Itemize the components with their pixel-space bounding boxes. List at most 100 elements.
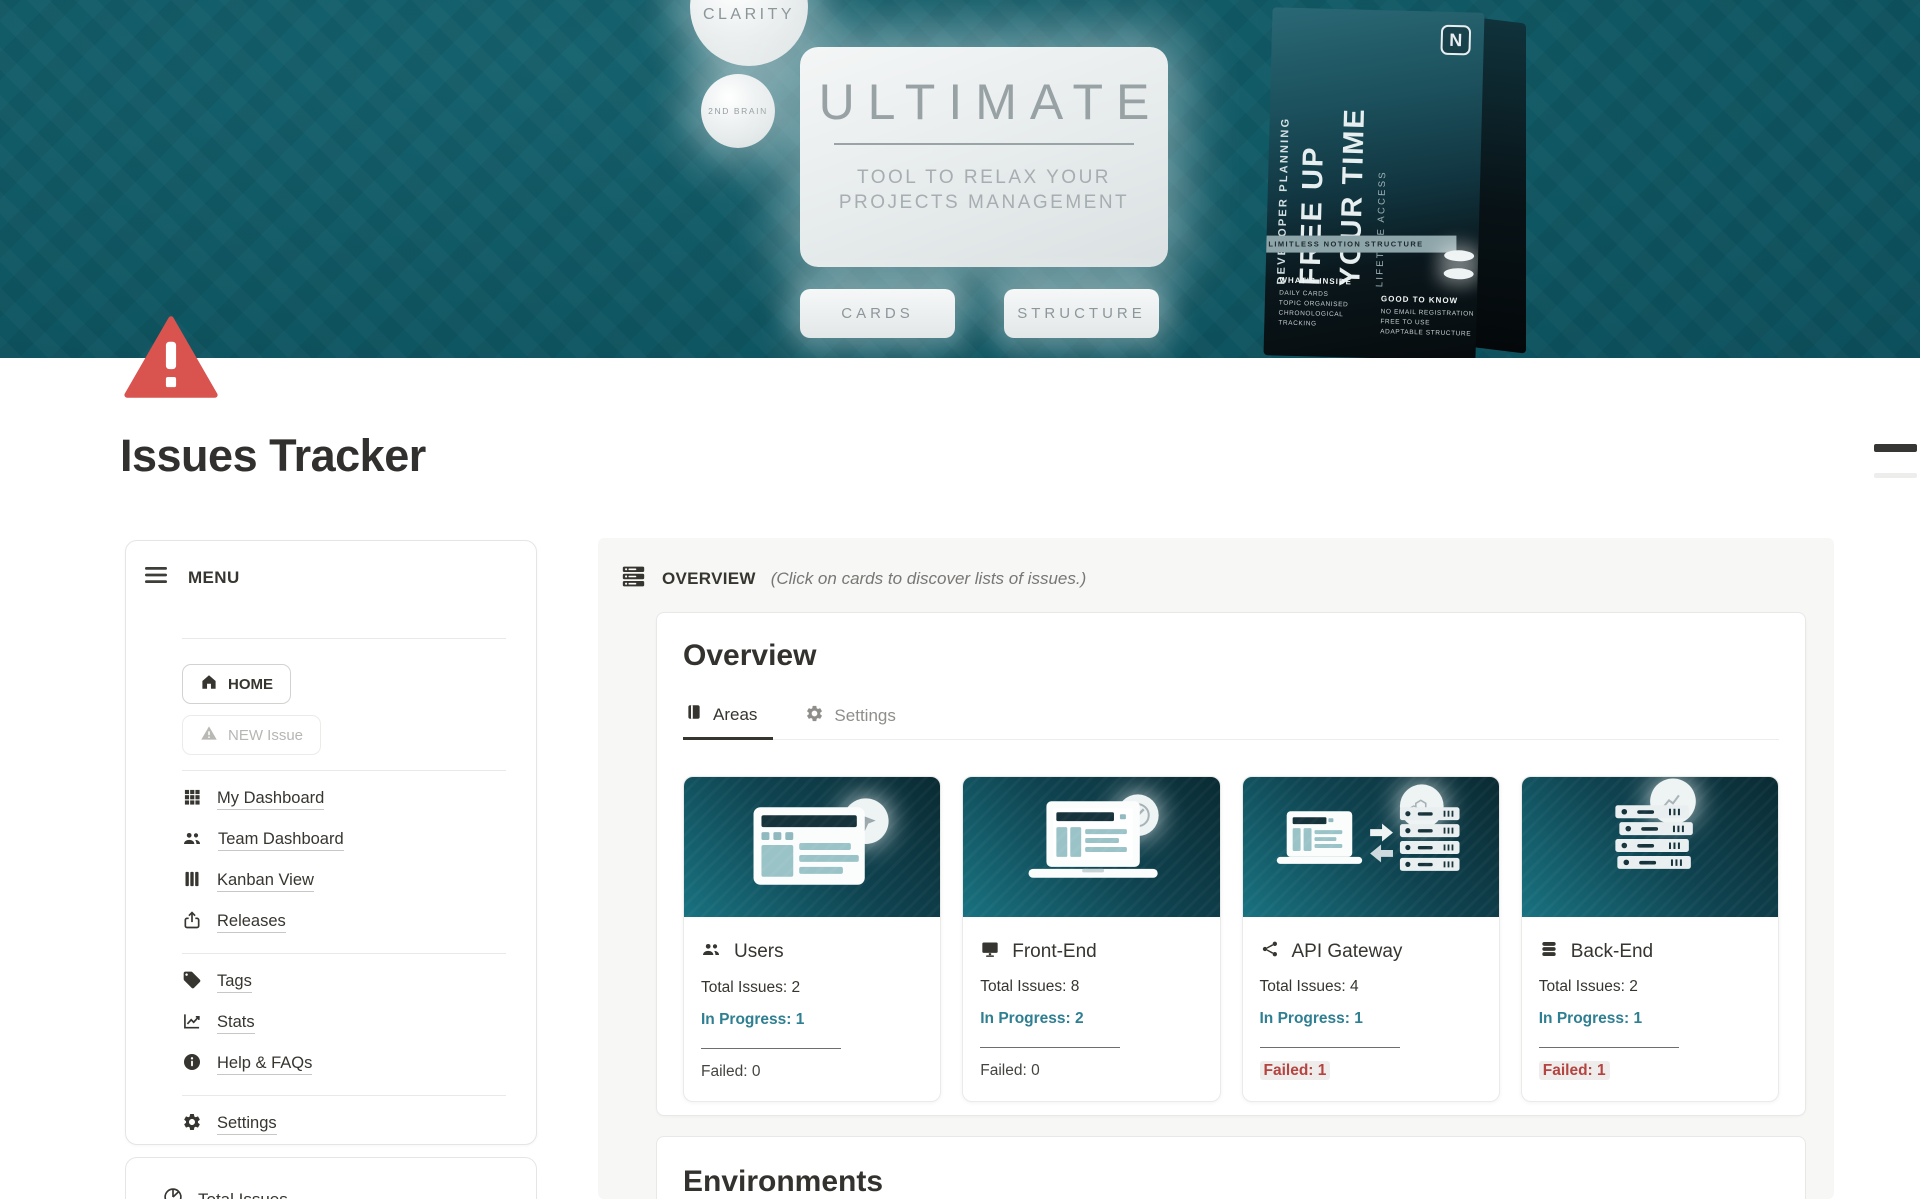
area-cards-grid: Users Total Issues: 2 In Progress: 1 Fai… [683,776,1779,1102]
second-brain-label: 2ND BRAIN [708,106,768,116]
users-icon [701,939,722,965]
browser-illustration [684,777,940,917]
callout-title: OVERVIEW [662,569,756,589]
sidebar-item-releases[interactable]: Releases [182,902,512,943]
notion-logo: N [1440,25,1471,56]
warning-icon [200,724,218,746]
hero-title: ULTIMATE [800,73,1168,131]
area-card-title: API Gateway [1292,941,1403,963]
sidebar: MENU HOME [125,540,537,1199]
stat-divider [1260,1047,1400,1048]
in-progress-stat: In Progress: 1 [1539,1010,1761,1028]
warning-triangle-icon[interactable] [124,315,218,404]
tab-areas-label: Areas [713,705,757,725]
sidebar-item-stats[interactable]: Stats [182,1003,512,1044]
hamburger-icon[interactable] [144,565,168,590]
home-button[interactable]: HOME [182,664,291,704]
callout-subtitle: (Click on cards to discover lists of iss… [771,569,1087,589]
page-title: Issues Tracker [120,430,426,482]
dash-icon [1874,444,1917,452]
clarity-bubble: CLARITY [690,0,808,66]
box-tablet-pill [1444,250,1474,262]
box-col1-item: CHRONOLOGICAL TRACKING [1278,309,1378,332]
in-progress-stat: In Progress: 1 [1260,1010,1482,1028]
total-issues-stat: Total Issues: 2 [701,979,923,997]
sidebar-item-settings[interactable]: Settings [182,1104,512,1145]
hero-subtitle-line1: TOOL TO RELAX YOUR [800,165,1168,190]
menu-card: MENU HOME [125,540,537,1145]
in-progress-stat: In Progress: 2 [980,1010,1202,1028]
area-card-front-end[interactable]: Front-End Total Issues: 8 In Progress: 2… [962,776,1220,1102]
sidebar-item-kanban-view[interactable]: Kanban View [182,861,512,902]
box-ribbon: LIMITLESS NOTION STRUCTURE [1263,236,1456,253]
sidebar-item-label: Kanban View [217,871,314,892]
hero-rule [834,143,1134,145]
divider [182,1095,506,1096]
area-card-title: Users [734,941,784,963]
cards-pill: CARDS [800,289,955,338]
stat-divider [1539,1047,1679,1048]
overview-callout: OVERVIEW (Click on cards to discover lis… [598,538,1834,595]
laptop-illustration [963,777,1219,917]
server-illustration [1522,777,1778,917]
sidebar-item-team-dashboard[interactable]: Team Dashboard [182,820,512,861]
api-nodes-icon [1260,939,1280,964]
total-issues-stat: Total Issues: 4 [1260,978,1482,996]
back-end-thumbnail [1522,777,1778,917]
area-card-back-end[interactable]: Back-End Total Issues: 2 In Progress: 1 … [1521,776,1779,1102]
sidebar-item-label: Stats [217,1013,255,1034]
in-progress-stat: In Progress: 1 [701,1011,923,1029]
home-button-label: HOME [228,676,273,693]
box-col2-item: ADAPTABLE STRUCTURE [1380,327,1480,340]
tab-settings-label: Settings [834,706,895,726]
area-card-users[interactable]: Users Total Issues: 2 In Progress: 1 Fai… [683,776,941,1102]
sidebar-item-tags[interactable]: Tags [182,962,512,1003]
failed-stat: Failed: 1 [1260,1062,1482,1080]
box-col2-title: GOOD TO KNOW [1381,294,1481,306]
failed-stat: Failed: 1 [1539,1062,1761,1080]
sidebar-item-my-dashboard[interactable]: My Dashboard [182,779,512,820]
failed-stat: Failed: 0 [980,1062,1202,1080]
box-col1-title: WHAT'S INSIDE [1279,276,1379,288]
api-gateway-thumbnail [1243,777,1499,917]
kanban-icon [182,869,202,894]
divider [182,770,506,771]
main-panel: OVERVIEW (Click on cards to discover lis… [598,538,1834,1199]
menu-title: MENU [188,568,240,588]
overview-tabs: Areas Settings [683,697,1779,740]
hero-card: ULTIMATE TOOL TO RELAX YOUR PROJECTS MAN… [800,47,1168,267]
failed-stat: Failed: 0 [701,1063,923,1081]
sidebar-item-label: Releases [217,912,286,933]
grid-icon [182,787,202,812]
sidebar-item-help-faqs[interactable]: Help & FAQs [182,1044,512,1085]
product-box: N DEVELOPER PLANNING FREE UP YOUR TIME L… [1268,10,1544,358]
dash-shadow [1874,473,1917,478]
total-issues-card: Total Issues [125,1157,537,1199]
share-up-icon [182,910,202,935]
area-card-api-gateway[interactable]: API Gateway Total Issues: 4 In Progress:… [1242,776,1500,1102]
team-icon [182,828,203,854]
stat-divider [980,1047,1120,1048]
hero-subtitle-line2: PROJECTS MANAGEMENT [800,190,1168,215]
new-issue-button[interactable]: NEW Issue [182,715,321,755]
sidebar-item-label: My Dashboard [217,789,324,810]
collapse-dash-button[interactable] [1874,444,1917,468]
front-end-thumbnail [963,777,1219,917]
area-card-title: Front-End [1012,941,1096,963]
monitor-icon [980,939,1000,964]
area-card-title: Back-End [1571,941,1653,963]
product-box-front: N DEVELOPER PLANNING FREE UP YOUR TIME L… [1263,7,1484,358]
total-issues-stat: Total Issues: 8 [980,978,1202,996]
rows-icon [620,563,647,595]
total-issues-label: Total Issues [198,1190,288,1199]
sidebar-item-label: Tags [217,972,252,993]
divider [182,953,506,954]
second-brain-bubble: 2ND BRAIN [701,74,775,148]
tag-icon [182,970,202,995]
home-icon [200,673,218,695]
box-tablet-pill [1444,268,1474,280]
sidebar-item-label: Help & FAQs [217,1054,312,1075]
tab-areas[interactable]: Areas [683,697,773,740]
tab-settings[interactable]: Settings [803,697,911,739]
users-thumbnail [684,777,940,917]
